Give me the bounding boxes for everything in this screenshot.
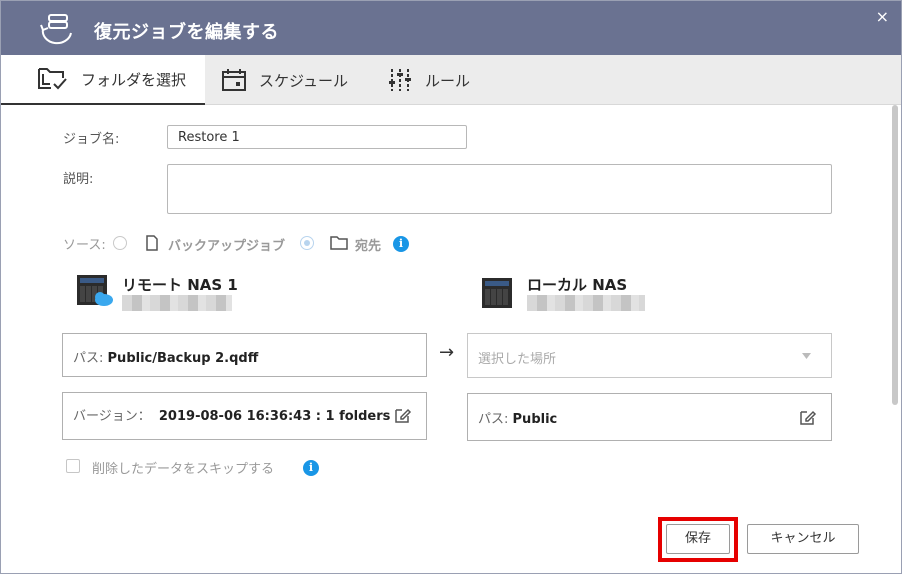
edit-icon[interactable]: [799, 408, 817, 426]
version-value: 2019-08-06 16:36:43 : 1 folders: [158, 409, 391, 424]
description-label: 説明:: [63, 172, 94, 187]
local-path-box: パス: Public: [467, 393, 832, 441]
version-box: バージョン： 2019-08-06 16:36:43 : 1 folders: [62, 392, 427, 440]
tab-select-folder[interactable]: フォルダを選択: [1, 55, 205, 105]
tab-label: スケジュール: [259, 71, 348, 90]
job-name-input[interactable]: [167, 125, 467, 149]
folder-check-icon: [38, 68, 67, 90]
scrollbar[interactable]: [891, 105, 899, 515]
scroll-thumb[interactable]: [892, 105, 898, 405]
path-label: パス:: [73, 351, 104, 366]
tab-schedule[interactable]: スケジュール: [221, 55, 348, 105]
tab-bar: フォルダを選択 スケジュール ルール: [1, 55, 901, 105]
tab-label: ルール: [425, 71, 471, 90]
source-label: ソース:: [63, 238, 106, 253]
version-label: バージョン：: [73, 409, 151, 424]
edit-restore-job-dialog: 復元ジョブを編集する × フォルダを選択 スケジュール ルール ジョブ名: Re…: [0, 0, 902, 574]
remote-nas-name: リモート NAS 1: [122, 276, 238, 294]
remote-path-value: Public/Backup 2.qdff: [107, 351, 259, 366]
local-nas-name: ローカル NAS: [527, 276, 628, 294]
path-label: パス:: [478, 412, 509, 427]
skip-deleted-checkbox[interactable]: [66, 459, 80, 473]
restore-drive-icon: [40, 14, 72, 45]
info-icon[interactable]: i: [393, 236, 409, 252]
skip-deleted-label: 削除したデータをスキップする: [92, 462, 275, 477]
folder-icon: [330, 236, 348, 250]
remote-path-box: パス: Public/Backup 2.qdff: [62, 333, 427, 377]
dialog-title: 復元ジョブを編集する: [94, 22, 279, 43]
source-option-backup-job: バックアップジョブ: [168, 239, 286, 254]
calendar-icon: [222, 69, 246, 91]
redacted-address: [527, 295, 645, 311]
local-path-value: Public: [512, 412, 558, 427]
source-option-destination: 宛先: [355, 239, 382, 254]
tab-label: フォルダを選択: [81, 70, 187, 89]
remote-nas-icon: [77, 275, 113, 306]
job-name-label: ジョブ名:: [63, 132, 120, 147]
local-nas-icon: [482, 278, 512, 308]
cancel-button[interactable]: キャンセル: [747, 524, 859, 554]
source-radio-destination[interactable]: [300, 236, 314, 250]
location-placeholder: 選択した場所: [478, 352, 557, 367]
location-select[interactable]: 選択した場所: [467, 333, 832, 378]
title-bar: 復元ジョブを編集する ×: [1, 1, 901, 55]
sliders-icon: [389, 69, 411, 91]
file-icon: [146, 235, 158, 251]
redacted-address: [122, 295, 232, 311]
description-input[interactable]: [167, 164, 832, 214]
tab-rules[interactable]: ルール: [387, 55, 470, 105]
close-button[interactable]: ×: [876, 9, 889, 25]
source-radio-backup[interactable]: [113, 236, 127, 250]
arrow-icon: →: [439, 342, 455, 363]
chevron-down-icon: [802, 353, 811, 359]
highlight-box: [658, 517, 738, 562]
edit-icon[interactable]: [394, 406, 412, 424]
info-icon[interactable]: i: [303, 460, 319, 476]
